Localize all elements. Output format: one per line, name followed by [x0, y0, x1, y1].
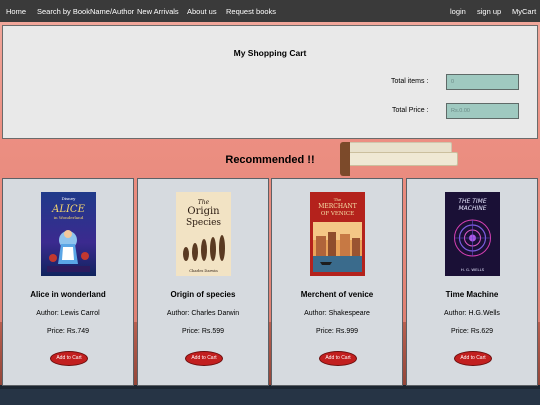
book-name: Alice in wonderland [30, 290, 106, 299]
total-price-label: Total Price : [392, 107, 429, 114]
add-to-cart-button[interactable]: Add to Cart [185, 351, 223, 366]
svg-text:Charles Darwin: Charles Darwin [189, 269, 218, 273]
svg-text:MACHINE: MACHINE [458, 205, 486, 212]
total-price-field[interactable]: Rs.0.00 [446, 103, 519, 119]
svg-text:OF VENICE: OF VENICE [321, 211, 354, 217]
footer-bar [0, 385, 540, 405]
svg-text:THE TIME: THE TIME [458, 198, 486, 205]
navbar: Home Search by BookName/Author New Arriv… [0, 0, 540, 22]
book-author: Author: H.G.Wells [444, 310, 500, 317]
add-to-cart-button[interactable]: Add to Cart [319, 351, 357, 366]
svg-text:MERCHANT: MERCHANT [318, 203, 356, 210]
book-card-alice: Disney ALICE in Wonderland Alice in wond… [2, 178, 134, 386]
nav-home-link[interactable]: Home [6, 7, 26, 16]
svg-text:Origin: Origin [187, 206, 220, 217]
svg-text:H. G. WELLS: H. G. WELLS [461, 267, 485, 272]
svg-text:The: The [334, 197, 342, 202]
nav-new-arrivals-link[interactable]: New Arrivals [137, 7, 179, 16]
nav-signup-link[interactable]: sign up [477, 7, 501, 16]
book-name: Time Machine [445, 290, 499, 299]
total-items-field[interactable]: 0 [446, 74, 519, 90]
book-card-origin: The Origin Species Charles Darwin Origin… [137, 178, 269, 386]
svg-text:Species: Species [186, 218, 221, 228]
time-machine-cover-image[interactable]: THE TIME MACHINE H. G. WELLS [445, 192, 500, 276]
svg-text:The: The [198, 199, 210, 206]
add-to-cart-button[interactable]: Add to Cart [454, 351, 492, 366]
svg-text:in Wonderland: in Wonderland [54, 215, 84, 220]
book-card-merchant: The MERCHANT OF VENICE Merchent of venic… [271, 178, 403, 386]
book-author: Author: Shakespeare [304, 310, 370, 317]
nav-mycart-link[interactable]: MyCart [512, 7, 536, 16]
cart-title: My Shopping Cart [233, 48, 307, 58]
nav-search-link[interactable]: Search by BookName/Author [37, 7, 134, 16]
add-to-cart-button[interactable]: Add to Cart [50, 351, 88, 366]
svg-text:Disney: Disney [62, 196, 76, 201]
shopping-cart-panel: My Shopping Cart Total items : 0 Total P… [2, 25, 538, 139]
merchant-cover-image[interactable]: The MERCHANT OF VENICE [310, 192, 365, 276]
book-price: Price: Rs.999 [315, 328, 359, 335]
book-card-time-machine: THE TIME MACHINE H. G. WELLS Time Machin… [406, 178, 538, 386]
svg-text:ALICE: ALICE [51, 204, 85, 215]
book-price: Price: Rs.749 [46, 328, 90, 335]
book-price: Price: Rs.599 [181, 328, 225, 335]
book-author: Author: Lewis Carrol [36, 310, 100, 317]
origin-cover-image[interactable]: The Origin Species Charles Darwin [176, 192, 231, 276]
nav-about-link[interactable]: About us [187, 7, 217, 16]
nav-login-link[interactable]: login [450, 7, 466, 16]
recommended-title: Recommended !! [225, 154, 315, 166]
alice-cover-image[interactable]: Disney ALICE in Wonderland [41, 192, 96, 276]
book-name: Merchent of venice [300, 290, 374, 299]
book-author: Author: Charles Darwin [166, 310, 240, 317]
book-price: Price: Rs.629 [450, 328, 494, 335]
total-items-label: Total items : [391, 78, 429, 85]
book-name: Origin of species [170, 290, 236, 299]
nav-request-books-link[interactable]: Request books [226, 7, 276, 16]
